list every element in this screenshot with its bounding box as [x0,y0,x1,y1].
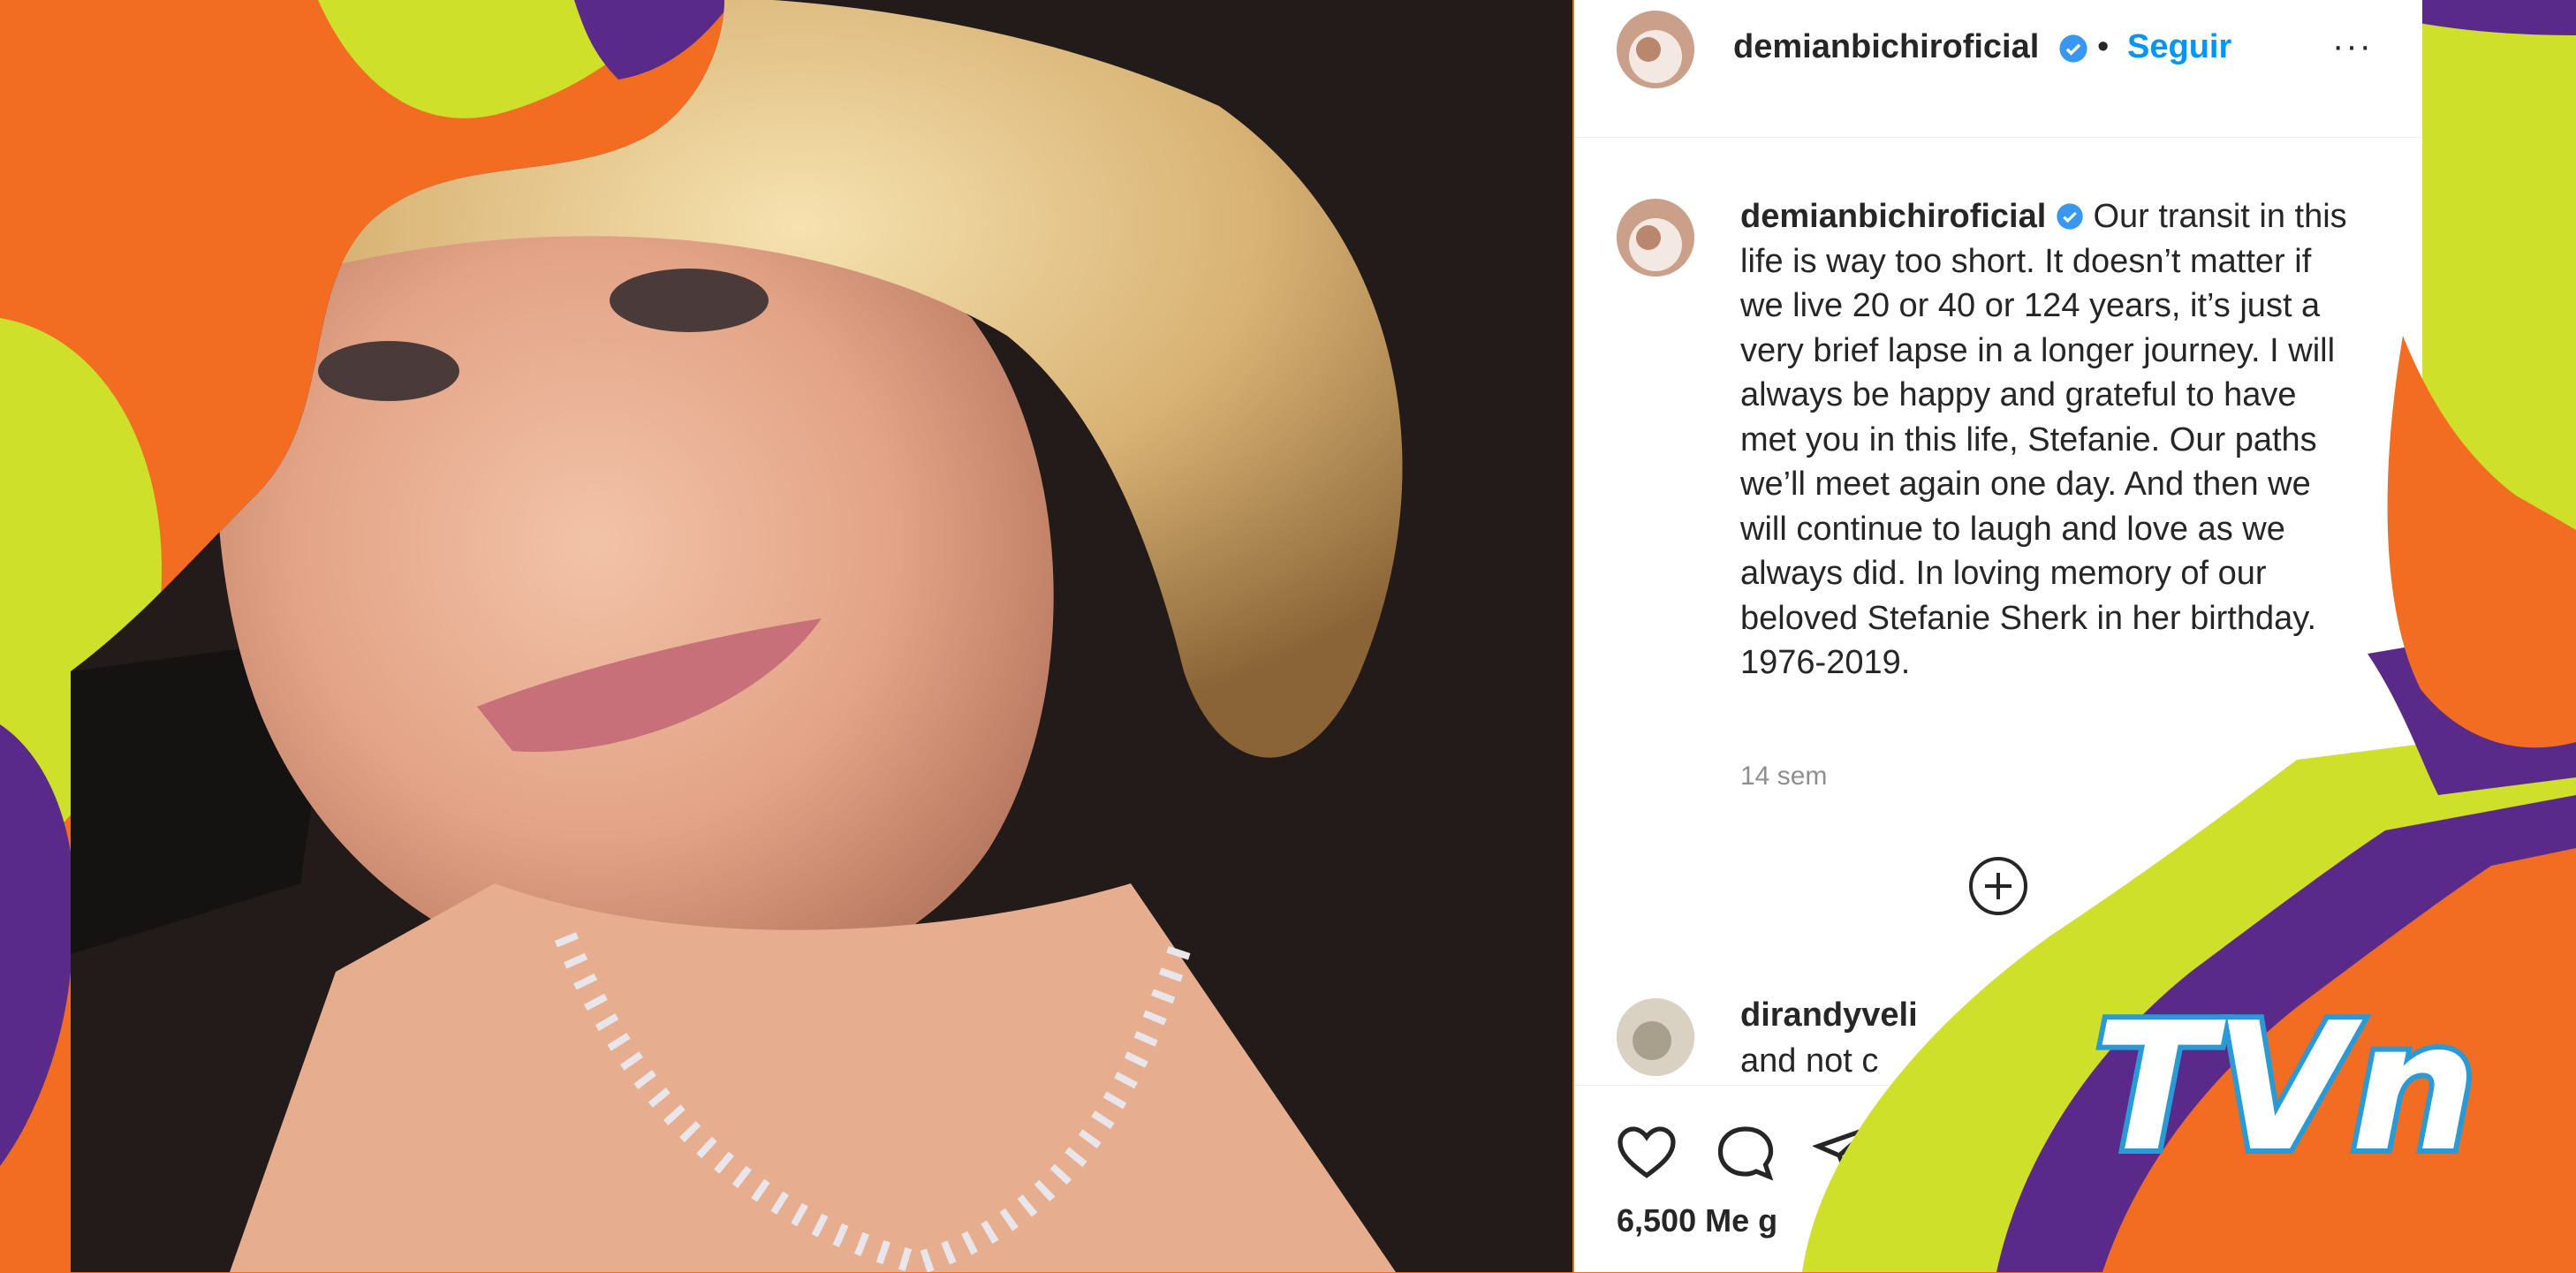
comment-avatar[interactable] [1617,998,1694,1076]
tvn-logo: TVn [2085,989,2576,1184]
post-time[interactable]: 14 sem [1740,762,1827,792]
verified-badge-icon [2056,202,2084,231]
post-header: demianbichiroficial • Seguir ··· [1574,0,2422,138]
more-options-button[interactable]: ··· [2332,27,2373,66]
avatar[interactable] [1617,11,1694,88]
likes-count[interactable]: 6,500 Me g [1617,1202,1777,1239]
plus-circle-icon[interactable] [1967,855,2029,917]
comment-text: and not c [1740,1042,1878,1080]
follow-button[interactable]: Seguir [2127,28,2231,66]
separator-dot: • [2097,28,2109,66]
post-caption: demianbichiroficial Our transit in this … [1740,194,2350,686]
heart-icon[interactable] [1615,1121,1678,1185]
verified-badge-icon [2058,34,2088,64]
eye-left [318,341,459,401]
caption-avatar[interactable] [1617,199,1694,277]
caption-username[interactable]: demianbichiroficial [1740,198,2046,235]
eye-right [610,269,769,332]
caption-text: Our transit in this life is way too shor… [1740,198,2347,681]
comment-username[interactable]: dirandyveli [1740,996,1918,1034]
paper-plane-icon[interactable] [1813,1121,1876,1185]
tvn-logo-text: TVn [2094,989,2477,1184]
post-username[interactable]: demianbichiroficial [1733,28,2039,66]
comment-bubble-icon[interactable] [1714,1121,1777,1185]
